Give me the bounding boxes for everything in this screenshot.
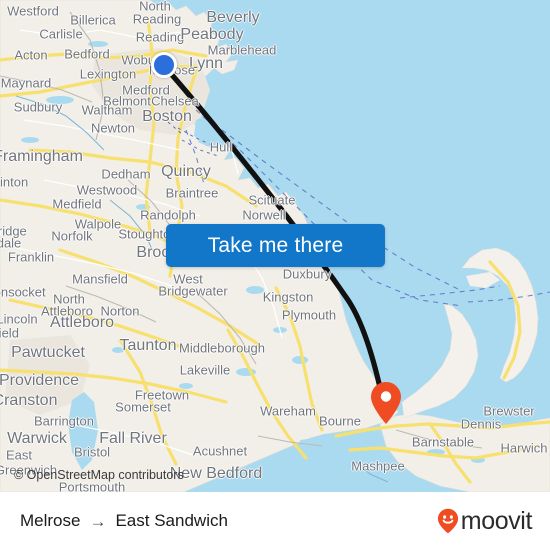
moovit-pin-smiley-icon xyxy=(437,508,458,534)
destination-pin-icon xyxy=(371,382,401,424)
map-canvas[interactable]: Westford Billerica North Reading Beverly Carl… xyxy=(0,0,550,492)
route-summary: Melrose → East Sandwich xyxy=(20,511,228,531)
route-origin-label: Melrose xyxy=(20,511,81,530)
destination-marker[interactable] xyxy=(370,381,402,425)
moovit-logo[interactable]: moovit xyxy=(437,507,532,536)
route-destination-label: East Sandwich xyxy=(115,511,228,530)
moovit-route-map-screen: Westford Billerica North Reading Beverly Carl… xyxy=(0,0,550,550)
arrow-right-icon: → xyxy=(89,511,107,531)
origin-marker[interactable] xyxy=(151,52,177,78)
take-me-there-button[interactable]: Take me there xyxy=(166,224,385,267)
moovit-wordmark: moovit xyxy=(460,506,533,535)
map-attribution[interactable]: © OpenStreetMap contributors xyxy=(14,468,184,482)
footer-bar: Melrose → East Sandwich moovit xyxy=(0,492,550,550)
